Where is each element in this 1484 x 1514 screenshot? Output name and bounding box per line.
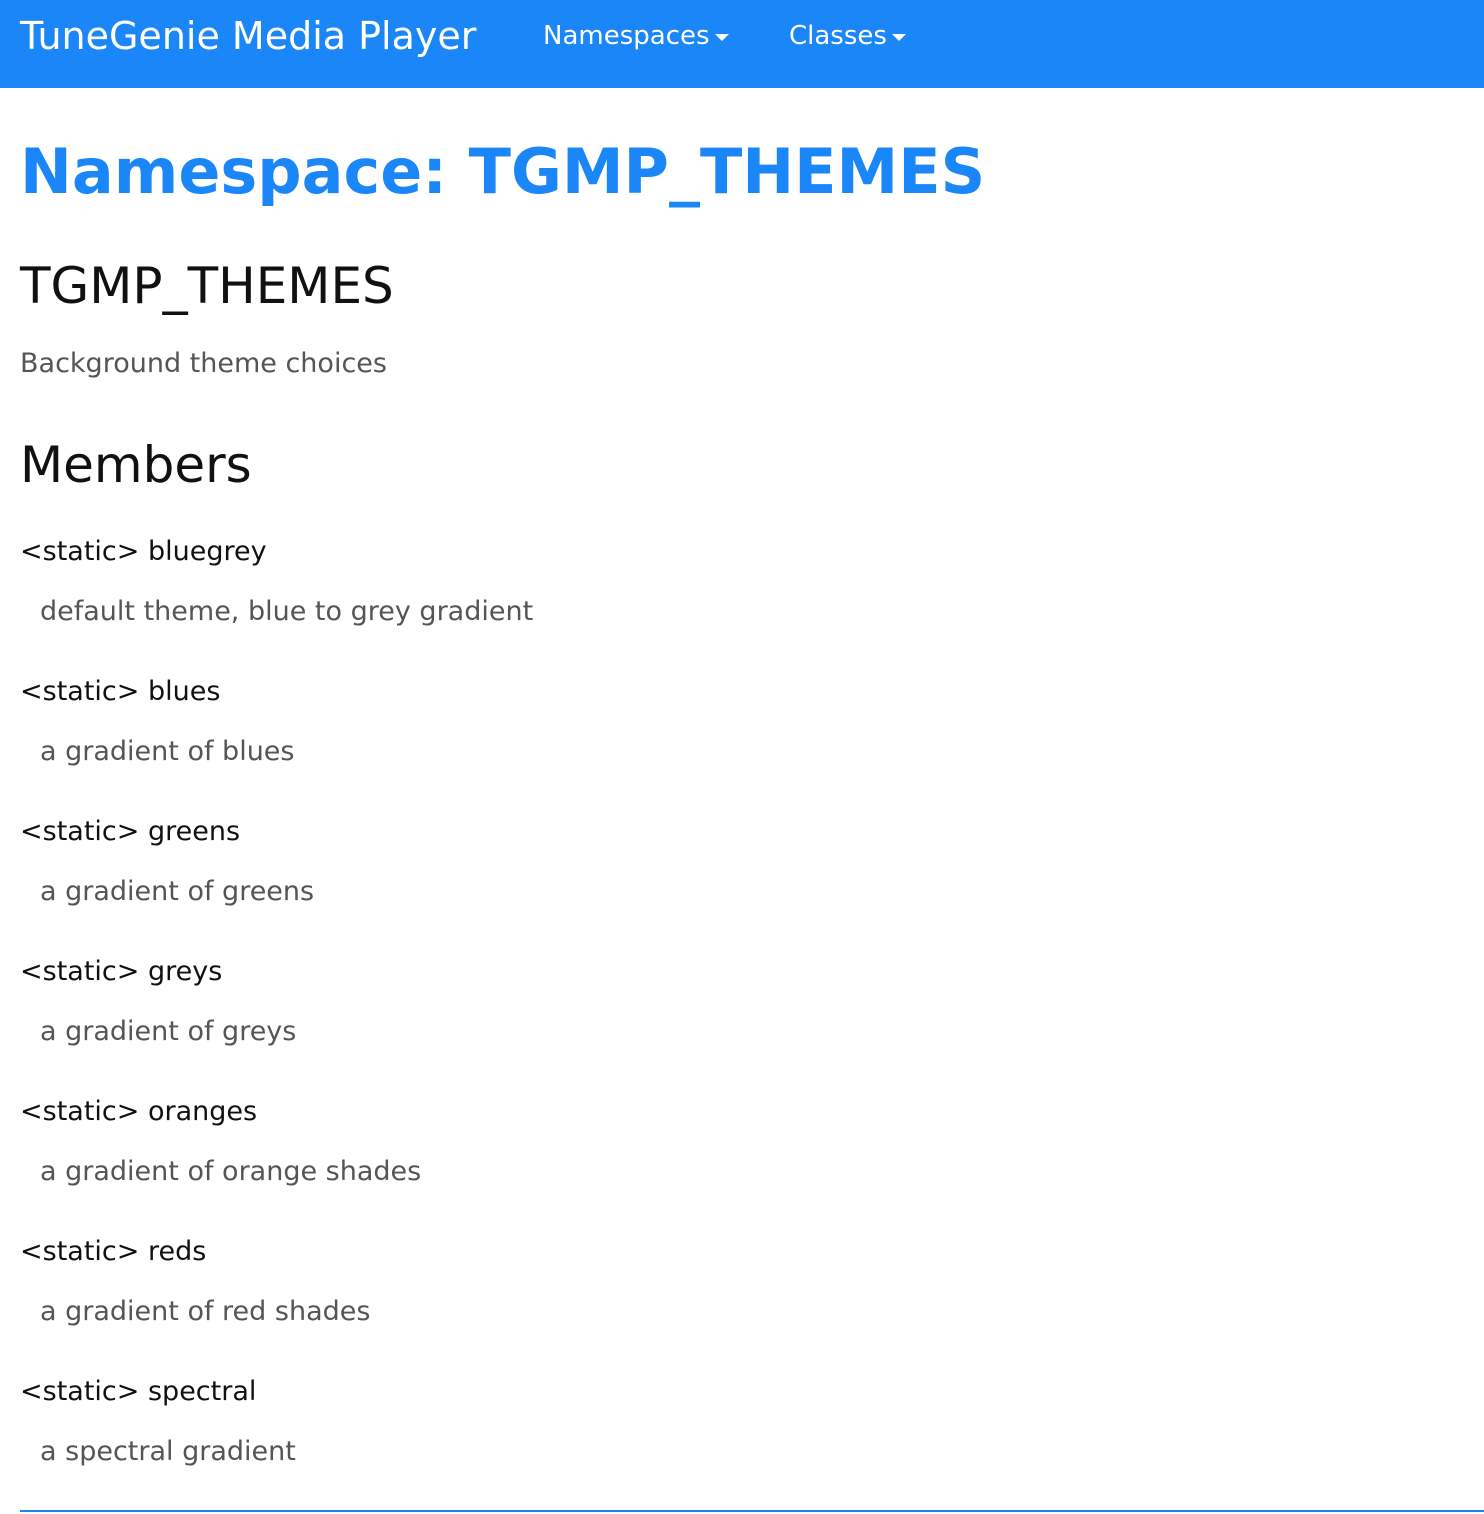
caret-down-icon [891,33,906,41]
member-description: default theme, blue to grey gradient [40,596,534,627]
namespaces-dropdown[interactable]: Namespaces [543,20,729,52]
member-description: a gradient of red shades [40,1296,371,1327]
classes-dropdown[interactable]: Classes [789,20,906,52]
member-modifier: <static> [20,1236,140,1267]
namespaces-dropdown-label: Namespaces [543,21,710,51]
top-navbar: TuneGenie Media Player Namespaces Classe… [0,0,1484,88]
member-name: blues [147,676,221,707]
member-name: greens [147,816,241,847]
member-signature: <static> blues [20,674,220,710]
caret-down-icon [714,33,729,41]
member-description: a spectral gradient [40,1436,296,1467]
member-name: reds [147,1236,207,1267]
footer-divider [20,1510,1484,1512]
member-signature: <static> spectral [20,1374,256,1410]
member-item: <static> oranges a gradient of orange sh… [20,1092,1464,1232]
member-description: a gradient of greens [40,876,315,907]
member-signature: <static> reds [20,1234,206,1270]
member-description: a gradient of blues [40,736,295,767]
member-item: <static> greens a gradient of greens [20,812,1464,952]
member-signature: <static> oranges [20,1094,257,1130]
member-item: <static> greys a gradient of greys [20,952,1464,1092]
member-name: spectral [147,1376,257,1407]
member-modifier: <static> [20,1376,140,1407]
member-item: <static> bluegrey default theme, blue to… [20,532,1464,672]
member-modifier: <static> [20,816,140,847]
namespace-name: TGMP_THEMES [20,257,394,315]
member-signature: <static> greens [20,814,240,850]
member-item: <static> blues a gradient of blues [20,672,1464,812]
namespace-description: Background theme choices [20,348,387,379]
member-signature: <static> greys [20,954,222,990]
member-modifier: <static> [20,536,140,567]
member-name: greys [147,956,223,987]
page-title: Namespace: TGMP_THEMES [20,135,986,208]
member-description: a gradient of greys [40,1016,297,1047]
members-list: <static> bluegrey default theme, blue to… [20,532,1464,1512]
member-item: <static> spectral a spectral gradient [20,1372,1464,1512]
member-modifier: <static> [20,1096,140,1127]
member-name: bluegrey [147,536,267,567]
member-signature: <static> bluegrey [20,534,267,570]
member-modifier: <static> [20,676,140,707]
member-description: a gradient of orange shades [40,1156,422,1187]
member-name: oranges [147,1096,258,1127]
members-heading: Members [20,436,252,494]
classes-dropdown-label: Classes [789,21,887,51]
member-modifier: <static> [20,956,140,987]
member-item: <static> reds a gradient of red shades [20,1232,1464,1372]
brand-link[interactable]: TuneGenie Media Player [20,12,476,60]
